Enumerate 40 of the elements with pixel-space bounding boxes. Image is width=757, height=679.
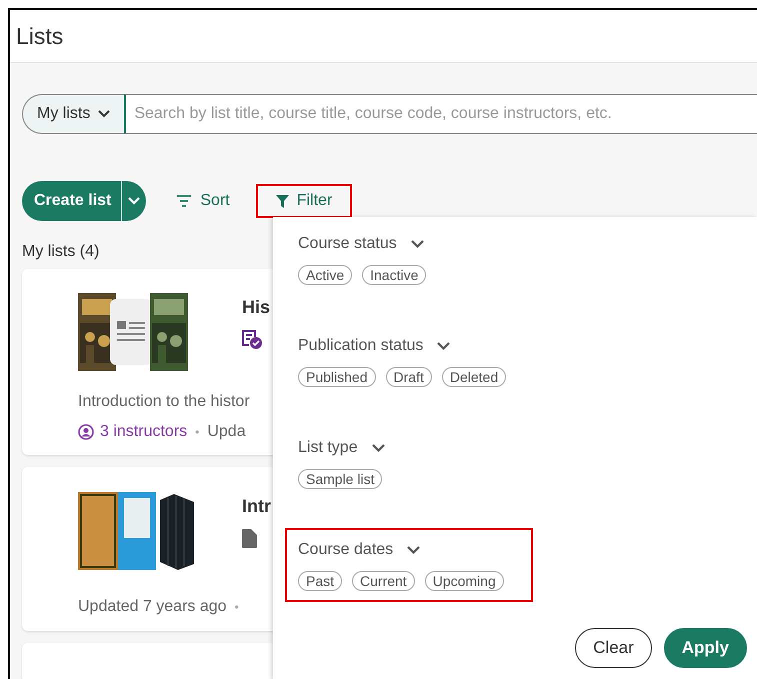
apply-button[interactable]: Apply <box>664 628 747 668</box>
sort-button[interactable]: Sort <box>166 184 240 218</box>
filter-section-toggle[interactable]: List type <box>298 439 385 457</box>
list-description: Introduction to the histor <box>78 393 251 411</box>
filter-chip[interactable]: Published <box>298 367 376 387</box>
chevron-down-icon <box>410 240 424 248</box>
section-heading: My lists (4) <box>22 243 100 261</box>
document-icon <box>242 529 257 548</box>
filter-chip[interactable]: Active <box>298 265 352 285</box>
create-list-button[interactable]: Create list <box>22 181 146 221</box>
chevron-down-icon <box>407 546 420 554</box>
filter-icon <box>276 194 289 208</box>
filter-section-toggle[interactable]: Course dates <box>298 541 420 559</box>
updated-text: Upda <box>207 423 246 441</box>
filter-chip[interactable]: Current <box>352 571 415 591</box>
instructors-link[interactable]: 3 instructors <box>78 423 188 441</box>
separator-dot: • <box>195 425 200 439</box>
list-title[interactable]: His <box>242 297 270 318</box>
person-icon <box>78 424 94 440</box>
clear-button[interactable]: Clear <box>575 628 652 668</box>
filter-chip[interactable]: Deleted <box>442 367 506 387</box>
scope-dropdown[interactable]: My lists <box>22 94 124 134</box>
updated-text: Updated 7 years ago <box>78 598 227 616</box>
search-field[interactable]: Search by list title, course title, course code, course instructors, etc. <box>124 94 757 134</box>
chevron-down-icon <box>372 444 385 452</box>
filter-section-toggle[interactable]: Course status <box>298 235 424 253</box>
list-check-icon <box>242 330 262 349</box>
page-title: Lists <box>16 22 64 50</box>
filter-chip[interactable]: Past <box>298 571 342 591</box>
list-icon <box>117 321 145 343</box>
list-title[interactable]: Intr <box>242 496 271 517</box>
filter-chip[interactable]: Inactive <box>362 265 426 285</box>
sort-icon <box>176 195 192 207</box>
filter-section-toggle[interactable]: Publication status <box>298 337 450 355</box>
chevron-down-icon <box>98 110 110 118</box>
separator-dot: • <box>234 600 239 614</box>
chevron-down-icon <box>437 342 450 350</box>
filter-chip[interactable]: Upcoming <box>424 571 504 591</box>
filter-chip[interactable]: Draft <box>386 367 432 387</box>
filter-chip[interactable]: Sample list <box>298 469 382 489</box>
